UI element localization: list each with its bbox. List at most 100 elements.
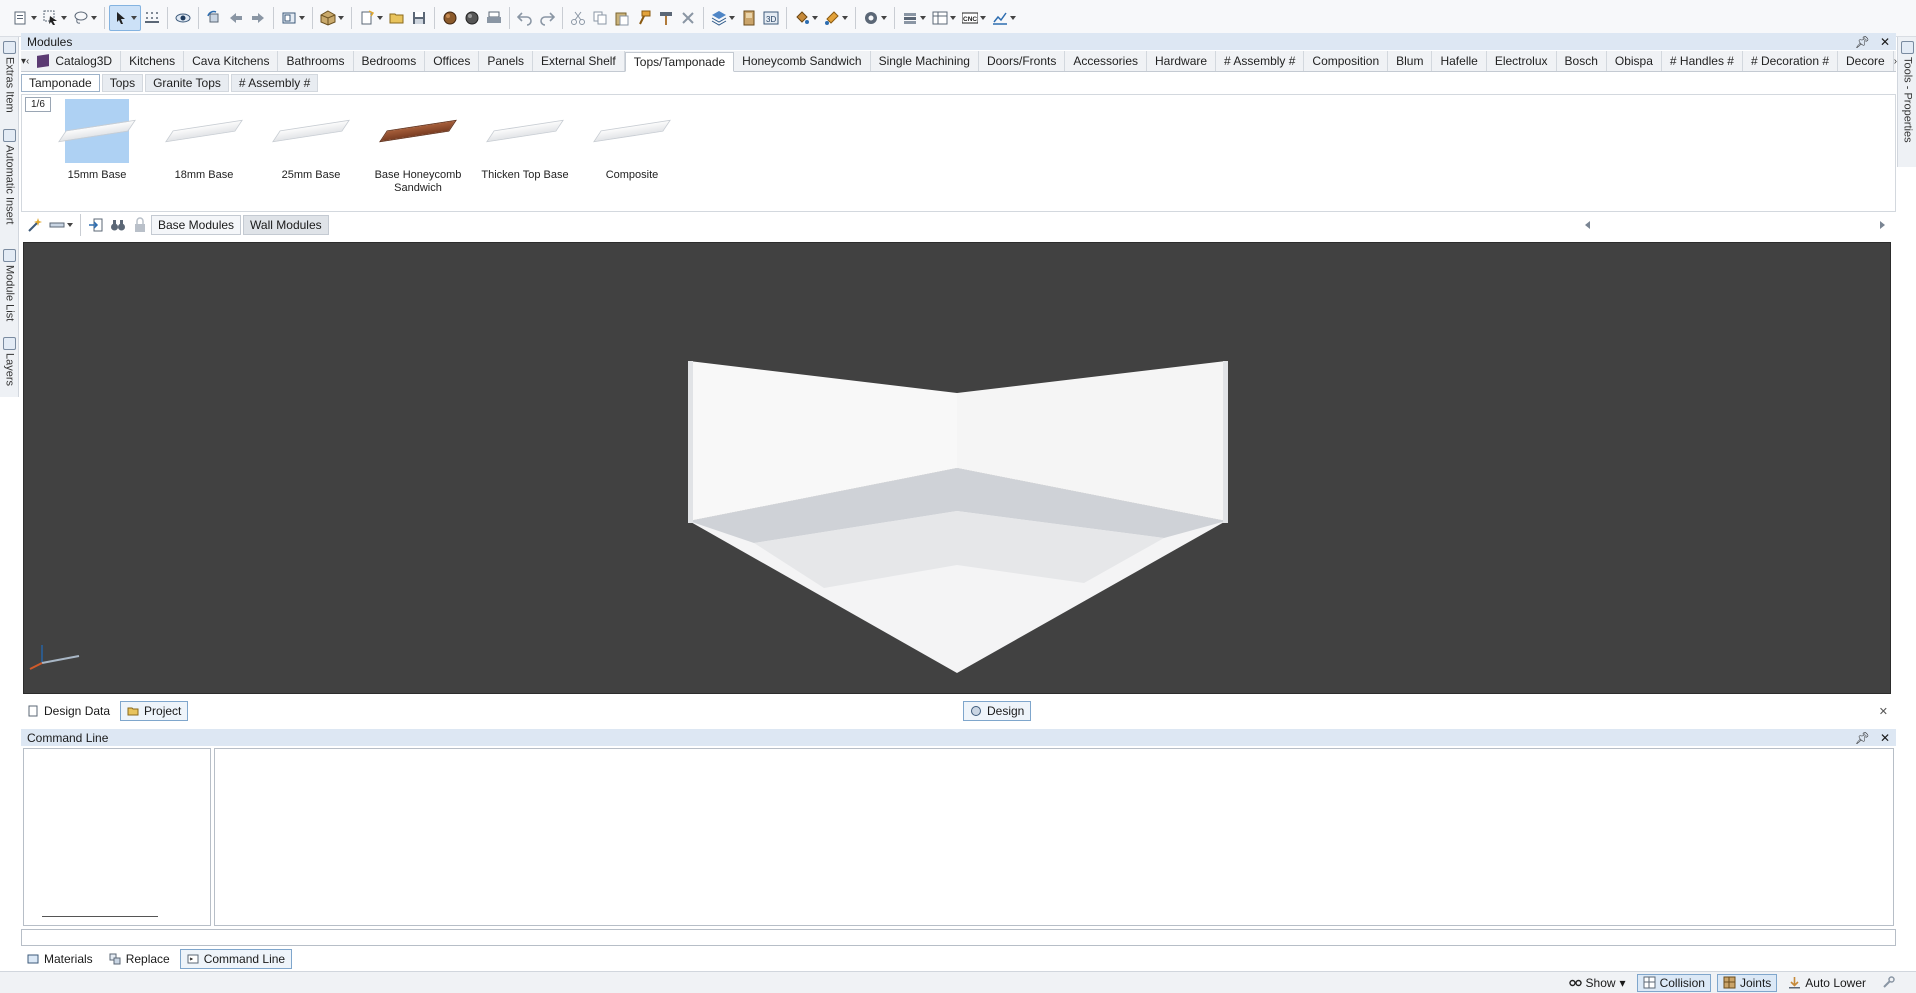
settings-gear-icon[interactable]: [860, 5, 890, 31]
subtab-assembly[interactable]: # Assembly #: [230, 74, 319, 92]
command-output-area[interactable]: [214, 748, 1894, 926]
view-cube-icon[interactable]: [278, 5, 308, 31]
cnc-icon[interactable]: CNC: [959, 5, 989, 31]
tab-decore[interactable]: Decore: [1838, 51, 1894, 71]
wall-modules-button[interactable]: Wall Modules: [243, 215, 329, 235]
tab-single-machining[interactable]: Single Machining: [871, 51, 979, 71]
text-3d-icon[interactable]: 3D: [760, 5, 782, 31]
pointer-icon[interactable]: [109, 5, 141, 31]
tab-decoration[interactable]: # Decoration #: [1743, 51, 1838, 71]
eye-icon[interactable]: [172, 5, 194, 31]
collision-toggle[interactable]: Collision: [1636, 973, 1711, 992]
wrench-icon[interactable]: [1877, 974, 1904, 992]
wand-icon[interactable]: [24, 212, 46, 238]
new-file-icon[interactable]: [10, 5, 40, 31]
tab-doors-fronts[interactable]: Doors/Fronts: [979, 51, 1066, 71]
tab-accessories[interactable]: Accessories: [1065, 51, 1148, 71]
tab-bedrooms[interactable]: Bedrooms: [354, 51, 426, 71]
redo-icon[interactable]: [536, 5, 558, 31]
joints-toggle[interactable]: Joints: [1716, 973, 1778, 992]
subtab-tamponade[interactable]: Tamponade: [21, 74, 100, 92]
rotate-left-icon[interactable]: [203, 5, 225, 31]
command-input[interactable]: [21, 929, 1896, 946]
print-icon[interactable]: [483, 5, 505, 31]
paint-brush-icon[interactable]: [821, 5, 851, 31]
insert-arrow-icon[interactable]: [85, 212, 107, 238]
tab-external-shelf[interactable]: External Shelf: [533, 51, 625, 71]
tab-cava-kitchens[interactable]: Cava Kitchens: [184, 51, 279, 71]
tab-obispa[interactable]: Obispa: [1607, 51, 1662, 71]
tab-bathrooms[interactable]: Bathrooms: [278, 51, 354, 71]
delete-icon[interactable]: [677, 5, 699, 31]
paint-bucket-icon[interactable]: [791, 5, 821, 31]
save-icon[interactable]: [408, 5, 430, 31]
measure-icon[interactable]: [46, 212, 76, 238]
close-icon[interactable]: ✕: [1880, 35, 1890, 49]
palette-item-15mm-base[interactable]: 15mm Base: [42, 99, 152, 182]
tab-materials[interactable]: Materials: [21, 949, 99, 969]
door-icon[interactable]: [738, 5, 760, 31]
hammer-icon[interactable]: [655, 5, 677, 31]
palette-item-composite[interactable]: Composite: [577, 99, 687, 182]
base-modules-button[interactable]: Base Modules: [151, 215, 242, 235]
render-alt-icon[interactable]: [461, 5, 483, 31]
rail-tab-extras-item[interactable]: Extras Item: [1, 41, 18, 113]
rail-tab-module-list[interactable]: Module List: [1, 249, 18, 321]
subtab-tops[interactable]: Tops: [101, 74, 144, 92]
tab-hardware[interactable]: Hardware: [1147, 51, 1217, 71]
tab-panels[interactable]: Panels: [479, 51, 534, 71]
format-painter-icon[interactable]: [633, 5, 655, 31]
tab-tops-tamponade[interactable]: Tops/Tamponade: [624, 52, 735, 72]
render-icon[interactable]: [439, 5, 461, 31]
select-icon[interactable]: [40, 5, 70, 31]
tab-design[interactable]: Design: [963, 701, 1032, 721]
sheet-icon[interactable]: [929, 5, 959, 31]
3d-viewport[interactable]: [23, 242, 1891, 694]
horizontal-scrollbar[interactable]: [1580, 217, 1890, 233]
tab-design-data[interactable]: Design Data: [21, 701, 116, 721]
paste-icon[interactable]: [611, 5, 633, 31]
arrow-right-icon[interactable]: [247, 5, 269, 31]
rail-tab-layers[interactable]: Layers: [1, 337, 18, 386]
tab-electrolux[interactable]: Electrolux: [1487, 51, 1557, 71]
show-dropdown[interactable]: Show ▾: [1564, 974, 1631, 992]
rail-tab-tools-properties[interactable]: Tools - Properties: [1899, 41, 1916, 143]
undo-icon[interactable]: [514, 5, 536, 31]
new-project-icon[interactable]: [356, 5, 386, 31]
tab-offices[interactable]: Offices: [425, 51, 480, 71]
tab-replace[interactable]: Replace: [103, 949, 176, 969]
pin-icon[interactable]: 📌︎: [1855, 731, 1870, 745]
snap-grid-icon[interactable]: [141, 5, 163, 31]
pin-icon[interactable]: 📌︎: [1855, 35, 1870, 49]
palette-item-base-honeycomb-sandwich[interactable]: Base Honeycomb Sandwich: [363, 99, 473, 195]
lasso-icon[interactable]: [70, 5, 100, 31]
tab-kitchens[interactable]: Kitchens: [121, 51, 185, 71]
open-folder-icon[interactable]: [386, 5, 408, 31]
tab-hafelle[interactable]: Hafelle: [1432, 51, 1487, 71]
layers-3d-icon[interactable]: [708, 5, 738, 31]
close-icon[interactable]: ✕: [1879, 705, 1888, 718]
palette-item-thicken-top-base[interactable]: Thicken Top Base: [470, 99, 580, 182]
tab-catalog3d[interactable]: Catalog3D: [29, 51, 122, 71]
cut-icon[interactable]: [567, 5, 589, 31]
palette-item-18mm-base[interactable]: 18mm Base: [149, 99, 259, 182]
lock-icon[interactable]: [129, 212, 151, 238]
tab-honeycomb-sandwich[interactable]: Honeycomb Sandwich: [734, 51, 871, 71]
tab-project[interactable]: Project: [120, 701, 189, 721]
command-history-list[interactable]: [23, 748, 211, 926]
tab-bosch[interactable]: Bosch: [1557, 51, 1607, 71]
binoculars-icon[interactable]: [107, 212, 129, 238]
copy-icon[interactable]: [589, 5, 611, 31]
close-icon[interactable]: ✕: [1880, 731, 1890, 745]
rail-tab-automatic-insert[interactable]: Automatic Insert: [1, 129, 18, 224]
box-icon[interactable]: [317, 5, 347, 31]
palette-item-25mm-base[interactable]: 25mm Base: [256, 99, 366, 182]
chart-icon[interactable]: [989, 5, 1019, 31]
tab-composition[interactable]: Composition: [1304, 51, 1389, 71]
tab-command-line[interactable]: Command Line: [179, 948, 293, 969]
tab-blum[interactable]: Blum: [1388, 51, 1433, 71]
subtab-granite-tops[interactable]: Granite Tops: [145, 74, 229, 92]
auto-lower-toggle[interactable]: Auto Lower: [1783, 974, 1871, 992]
stack-icon[interactable]: [899, 5, 929, 31]
tab-assembly[interactable]: # Assembly #: [1216, 51, 1305, 71]
